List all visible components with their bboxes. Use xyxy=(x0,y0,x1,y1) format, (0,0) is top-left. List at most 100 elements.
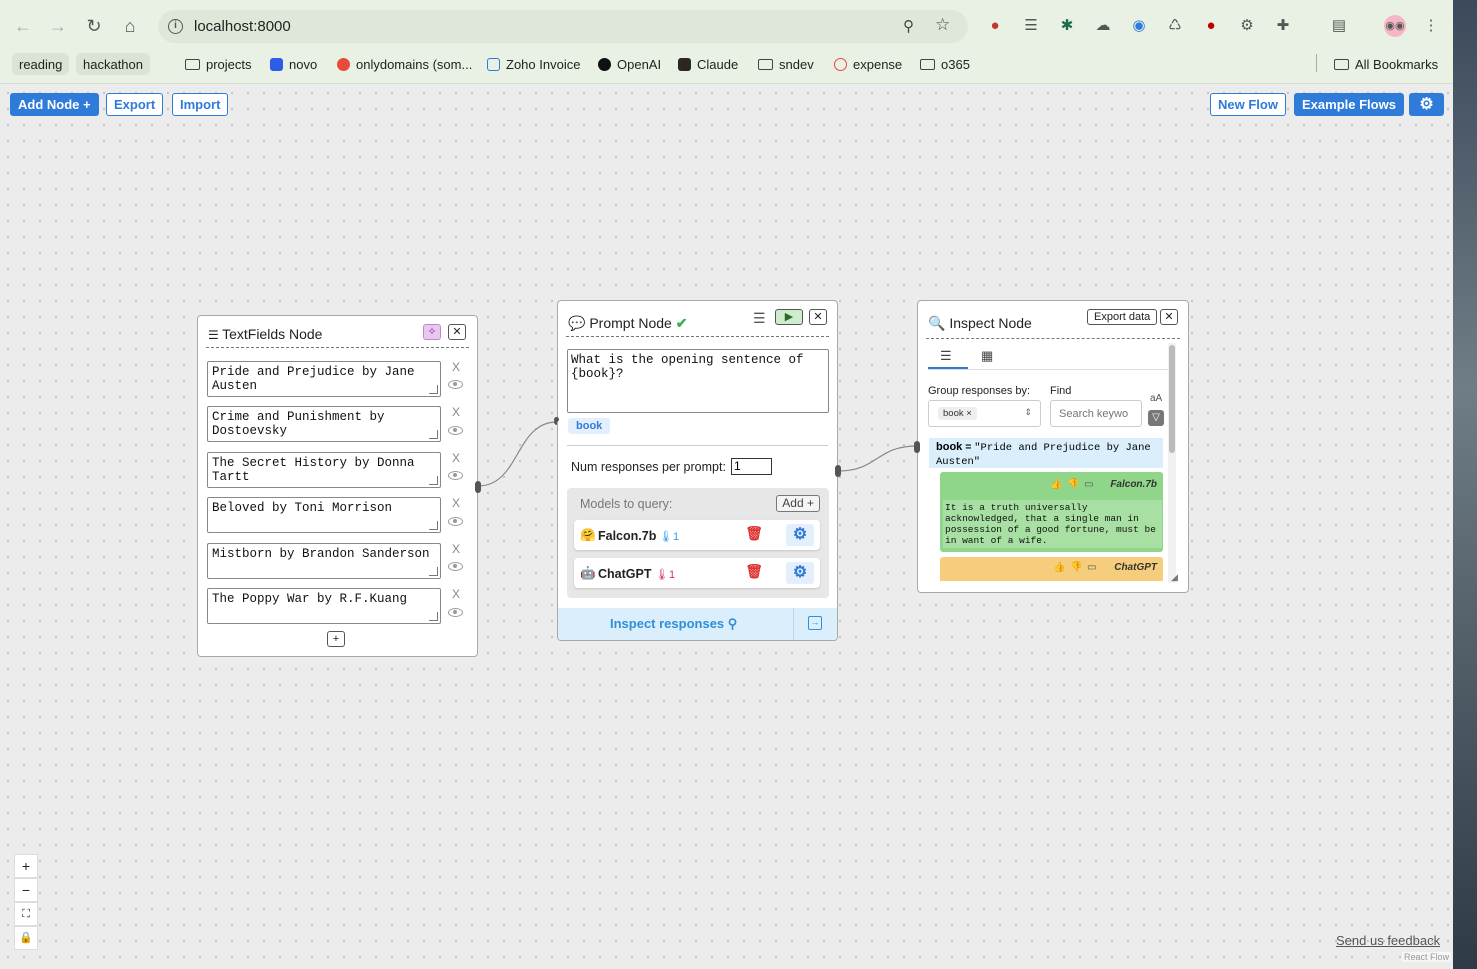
prompt-textarea[interactable]: What is the opening sentence of {book}? xyxy=(567,349,829,413)
close-node-button[interactable]: ✕ xyxy=(448,324,466,340)
bookmark-projects[interactable]: projects xyxy=(185,55,252,73)
prompt-node[interactable]: 💬 Prompt Node ✔ ☰ ▶ ✕ What is the openin… xyxy=(554,300,841,641)
close-node-button[interactable]: ✕ xyxy=(809,309,827,325)
bookmark-novo[interactable]: novo xyxy=(270,55,317,73)
trash-icon[interactable]: 🗑 xyxy=(745,563,763,580)
visibility-eye-icon[interactable] xyxy=(448,517,463,526)
remove-field-button[interactable]: X xyxy=(452,496,460,510)
extension-icon[interactable]: ● xyxy=(1201,16,1221,36)
extension-icon[interactable]: ◉ xyxy=(1129,16,1149,36)
inspect-node[interactable]: 🔍 Inspect Node Export data ✕ ☰ ▦ Group r… xyxy=(914,300,1189,593)
text-field[interactable]: The Secret History by Donna Tartt xyxy=(207,452,441,488)
input-handle[interactable] xyxy=(554,417,559,422)
extension-icon[interactable]: ⚙ xyxy=(1237,16,1257,36)
bookmark-openai[interactable]: OpenAI xyxy=(598,55,661,73)
address-bar[interactable]: i localhost:8000 ⚲ ☆ xyxy=(158,10,968,43)
bookmark-claude[interactable]: Claude xyxy=(678,55,738,73)
scrollbar-track[interactable] xyxy=(1168,343,1176,583)
text-field[interactable]: Crime and Punishment by Dostoevsky xyxy=(207,406,441,442)
model-settings-gear-icon[interactable]: ⚙ xyxy=(786,524,814,546)
resize-grip-icon[interactable] xyxy=(429,612,438,621)
input-handle[interactable] xyxy=(914,441,920,453)
visibility-eye-icon[interactable] xyxy=(448,426,463,435)
back-icon[interactable]: ← xyxy=(11,14,35,38)
bookmark-expense[interactable]: expense xyxy=(834,55,902,73)
ai-sparkle-button[interactable]: ✧ xyxy=(423,324,441,340)
recycle-icon[interactable]: ♺ xyxy=(1165,16,1185,36)
resize-grip-icon[interactable] xyxy=(429,476,438,485)
add-field-button[interactable]: + xyxy=(327,631,345,647)
bookmark-zoho[interactable]: Zoho Invoice xyxy=(487,55,580,73)
resize-grip-icon[interactable]: ◢ xyxy=(1171,572,1178,583)
menu-icon[interactable]: ⋮ xyxy=(1421,16,1441,36)
flow-canvas[interactable]: Add Node + Export Import New Flow Exampl… xyxy=(0,85,1453,969)
inspect-responses-button[interactable]: Inspect responses ⚲ xyxy=(610,616,737,632)
output-handle[interactable] xyxy=(475,481,481,493)
remove-field-button[interactable]: X xyxy=(452,360,460,374)
open-inspector-icon[interactable]: → xyxy=(808,616,822,630)
zoom-out-button[interactable]: − xyxy=(14,878,38,902)
remove-field-button[interactable]: X xyxy=(452,405,460,419)
visibility-eye-icon[interactable] xyxy=(448,562,463,571)
reload-icon[interactable]: ↻ xyxy=(82,14,106,38)
zoom-in-button[interactable]: + xyxy=(14,854,38,878)
send-feedback-link[interactable]: Send us feedback xyxy=(1336,933,1440,948)
model-item-falcon[interactable]: 🤗 Falcon.7b 🌡1 🗑 ⚙ xyxy=(574,520,820,550)
extension-icon[interactable]: ☰ xyxy=(1021,16,1041,36)
add-model-button[interactable]: Add + xyxy=(776,495,820,512)
run-button[interactable]: ▶ xyxy=(775,309,803,325)
filter-icon[interactable]: ▽ xyxy=(1148,410,1164,426)
cloud-icon[interactable]: ☁ xyxy=(1093,16,1113,36)
text-field[interactable]: Mistborn by Brandon Sanderson xyxy=(207,543,441,579)
fit-view-icon[interactable]: ⛶ xyxy=(14,902,38,926)
site-info-icon[interactable]: i xyxy=(168,19,183,34)
output-handle[interactable] xyxy=(835,465,841,477)
forward-icon[interactable]: → xyxy=(46,14,70,38)
export-data-button[interactable]: Export data xyxy=(1087,309,1158,325)
avatar[interactable]: ◉◉ xyxy=(1384,15,1406,37)
bookmark-onlydomains[interactable]: onlydomains (som... xyxy=(337,55,472,73)
text-field[interactable]: Pride and Prejudice by Jane Austen xyxy=(207,361,441,397)
thumbs-up-icon[interactable]: 👍 xyxy=(1050,479,1062,490)
remove-field-button[interactable]: X xyxy=(452,542,460,556)
comment-icon[interactable]: ▭ xyxy=(1087,562,1096,573)
visibility-eye-icon[interactable] xyxy=(448,608,463,617)
all-bookmarks[interactable]: All Bookmarks xyxy=(1334,55,1438,73)
remove-field-button[interactable]: X xyxy=(452,451,460,465)
react-flow-attribution[interactable]: React Flow xyxy=(1402,952,1452,962)
text-field[interactable]: Beloved by Toni Morrison xyxy=(207,497,441,533)
sidepanel-icon[interactable]: ▤ xyxy=(1329,16,1349,36)
bookmark-sndev[interactable]: sndev xyxy=(758,55,814,73)
visibility-eye-icon[interactable] xyxy=(448,380,463,389)
lock-icon[interactable]: 🔒 xyxy=(14,926,38,950)
bookmark-reading[interactable]: reading xyxy=(12,53,70,75)
search-input[interactable] xyxy=(1050,400,1142,427)
num-responses-input[interactable]: 1 xyxy=(731,458,772,475)
resize-grip-icon[interactable] xyxy=(429,430,438,439)
bookmark-star-icon[interactable]: ☆ xyxy=(935,15,950,35)
tab-grouped-list[interactable]: ☰ xyxy=(940,348,952,364)
resize-grip-icon[interactable] xyxy=(429,567,438,576)
model-settings-gear-icon[interactable]: ⚙ xyxy=(786,562,814,584)
puzzle-icon[interactable]: ✚ xyxy=(1273,16,1293,36)
close-node-button[interactable]: ✕ xyxy=(1160,309,1178,325)
scrollbar-thumb[interactable] xyxy=(1169,345,1175,453)
extension-icon[interactable]: ● xyxy=(985,16,1005,36)
comment-icon[interactable]: ▭ xyxy=(1084,479,1093,490)
case-sensitive-icon[interactable]: aA xyxy=(1150,393,1162,404)
thumbs-down-icon[interactable]: 👎 xyxy=(1067,479,1079,490)
visibility-eye-icon[interactable] xyxy=(448,471,463,480)
resize-grip-icon[interactable] xyxy=(429,385,438,394)
group-by-select[interactable]: book × ⇕ xyxy=(928,400,1041,427)
resize-grip-icon[interactable] xyxy=(429,521,438,530)
text-field[interactable]: The Poppy War by R.F.Kuang xyxy=(207,588,441,624)
extension-icon[interactable]: ✱ xyxy=(1057,16,1077,36)
list-icon[interactable]: ☰ xyxy=(753,310,766,327)
thumbs-up-icon[interactable]: 👍 xyxy=(1053,562,1065,573)
trash-icon[interactable]: 🗑 xyxy=(745,525,763,542)
thumbs-down-icon[interactable]: 👎 xyxy=(1070,562,1082,573)
tab-table[interactable]: ▦ xyxy=(981,348,993,364)
home-icon[interactable]: ⌂ xyxy=(118,14,142,38)
bookmark-o365[interactable]: o365 xyxy=(920,55,970,73)
zoom-icon[interactable]: ⚲ xyxy=(903,17,914,35)
